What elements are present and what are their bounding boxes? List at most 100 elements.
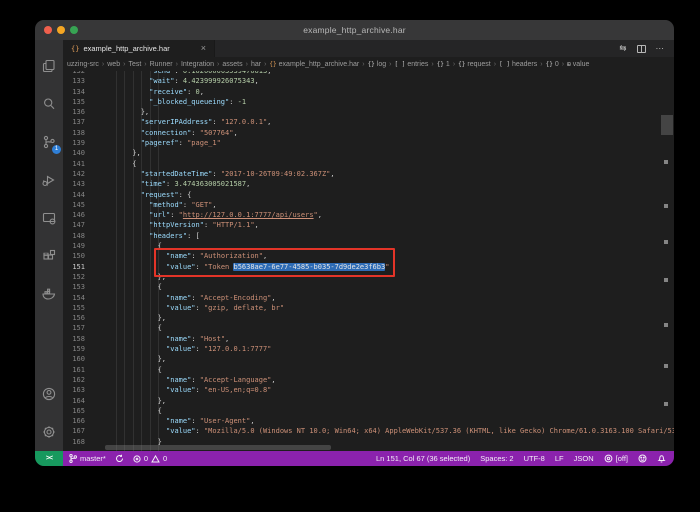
search-icon[interactable]	[35, 85, 63, 123]
code-line-160: 160 },	[63, 354, 660, 364]
minimize-window-button[interactable]	[57, 26, 65, 34]
line-number[interactable]: 154	[63, 293, 85, 303]
breadcrumb-item-log[interactable]: {}log	[368, 61, 387, 68]
breadcrumb-item-assets[interactable]: assets	[222, 61, 242, 68]
close-window-button[interactable]	[44, 26, 52, 34]
line-number[interactable]: 148	[63, 231, 85, 241]
code-line-162: 162 "name": "Accept-Language",	[63, 375, 660, 385]
encoding-status[interactable]: UTF-8	[524, 454, 545, 463]
vertical-scrollbar-thumb[interactable]	[661, 115, 673, 135]
eye-icon	[604, 454, 613, 463]
feedback-smiley-icon[interactable]	[638, 454, 647, 463]
line-number[interactable]: 163	[63, 385, 85, 395]
line-number[interactable]: 153	[63, 282, 85, 292]
close-tab-icon[interactable]: ×	[201, 44, 206, 53]
breadcrumb-item-1[interactable]: {}1	[437, 61, 450, 68]
code-editor[interactable]: 132 "send": 0.102000003539470613,133 "wa…	[63, 71, 674, 451]
notifications-bell-icon[interactable]	[657, 454, 666, 463]
line-number[interactable]: 168	[63, 437, 85, 447]
line-number[interactable]: 157	[63, 323, 85, 333]
line-number[interactable]: 140	[63, 148, 85, 158]
line-number[interactable]: 162	[63, 375, 85, 385]
line-number[interactable]: 165	[63, 406, 85, 416]
line-number[interactable]: 161	[63, 365, 85, 375]
zoom-window-button[interactable]	[70, 26, 78, 34]
settings-gear-icon[interactable]	[35, 413, 63, 451]
line-number[interactable]: 138	[63, 128, 85, 138]
line-number[interactable]: 144	[63, 190, 85, 200]
line-number[interactable]: 141	[63, 159, 85, 169]
breadcrumb-item-headers[interactable]: [ ]headers	[499, 61, 537, 68]
explorer-icon[interactable]	[35, 47, 63, 85]
breadcrumb-item-entries[interactable]: [ ]entries	[394, 61, 428, 68]
breadcrumb-item-Runner[interactable]: Runner	[150, 61, 173, 68]
extensions-icon[interactable]	[35, 237, 63, 275]
code-text: "connection": "507764",	[107, 128, 238, 138]
overview-ruler-mark	[664, 240, 668, 244]
source-control-icon[interactable]: 1	[35, 123, 63, 161]
breadcrumb-item-request[interactable]: {}request	[458, 61, 491, 68]
accounts-icon[interactable]	[35, 375, 63, 413]
remote-explorer-icon[interactable]	[35, 199, 63, 237]
line-number[interactable]: 145	[63, 200, 85, 210]
tab-example-http-archive[interactable]: {} example_http_archive.har ×	[63, 40, 215, 57]
sync-changes-button[interactable]	[115, 454, 124, 463]
line-number[interactable]: 146	[63, 210, 85, 220]
line-number[interactable]: 134	[63, 87, 85, 97]
line-number[interactable]: 164	[63, 396, 85, 406]
breadcrumb-item-Integration[interactable]: Integration	[181, 61, 214, 68]
line-number[interactable]: 150	[63, 251, 85, 261]
line-number[interactable]: 142	[63, 169, 85, 179]
line-number[interactable]: 158	[63, 334, 85, 344]
line-number[interactable]: 156	[63, 313, 85, 323]
code-text: "name": "Accept-Language",	[107, 375, 276, 385]
indentation-status[interactable]: Spaces: 2	[480, 454, 513, 463]
overview-ruler-mark	[664, 323, 668, 327]
split-editor-icon[interactable]	[637, 45, 646, 53]
git-branch-status[interactable]: master*	[69, 454, 106, 463]
code-text: "value": "en-US,en;q=0.8"	[107, 385, 271, 395]
line-number[interactable]: 167	[63, 426, 85, 436]
line-number[interactable]: 139	[63, 138, 85, 148]
more-actions-icon[interactable]: ⋯	[656, 43, 665, 54]
url-link[interactable]: http://127.0.0.1:7777/api/users	[183, 211, 314, 219]
line-number[interactable]: 143	[63, 179, 85, 189]
line-number[interactable]: 147	[63, 220, 85, 230]
line-number[interactable]: 151	[63, 262, 85, 272]
screencast-mode-status[interactable]: [off]	[604, 454, 628, 463]
problems-status[interactable]: 0 0	[133, 454, 167, 463]
line-number[interactable]: 166	[63, 416, 85, 426]
code-line-163: 163 "value": "en-US,en;q=0.8"	[63, 385, 660, 395]
breadcrumb-item-web[interactable]: web	[107, 61, 120, 68]
breadcrumb-separator: ›	[453, 61, 455, 68]
line-number[interactable]: 133	[63, 76, 85, 86]
breadcrumb-item-Test[interactable]: Test	[128, 61, 141, 68]
breadcrumb-item-har[interactable]: har	[251, 61, 261, 68]
breadcrumb-separator: ›	[540, 61, 542, 68]
line-number[interactable]: 159	[63, 344, 85, 354]
language-mode-status[interactable]: JSON	[574, 454, 594, 463]
cursor-position-status[interactable]: Ln 151, Col 67 (36 selected)	[376, 454, 470, 463]
sync-icon	[115, 454, 124, 463]
breadcrumb-item-uzzing-src[interactable]: uzzing-src	[67, 61, 99, 68]
line-number[interactable]: 155	[63, 303, 85, 313]
run-and-debug-icon[interactable]	[35, 161, 63, 199]
code-line-159: 159 "value": "127.0.0.1:7777"	[63, 344, 660, 354]
line-number[interactable]: 135	[63, 97, 85, 107]
line-number[interactable]: 149	[63, 241, 85, 251]
eol-status[interactable]: LF	[555, 454, 564, 463]
breadcrumb-item-value[interactable]: ⊞value	[567, 61, 589, 68]
breadcrumb-item-example_http_archive.har[interactable]: {}example_http_archive.har	[269, 61, 359, 68]
vertical-scrollbar[interactable]	[660, 71, 674, 451]
line-number[interactable]: 160	[63, 354, 85, 364]
warnings-icon	[151, 455, 160, 463]
line-number[interactable]: 152	[63, 272, 85, 282]
breadcrumb-item-0[interactable]: {}0	[546, 61, 559, 68]
docker-icon[interactable]	[35, 275, 63, 313]
open-changes-icon[interactable]: ⇆	[619, 43, 626, 54]
code-line-165: 165 {	[63, 406, 660, 416]
line-number[interactable]: 137	[63, 117, 85, 127]
horizontal-scrollbar-thumb[interactable]	[105, 445, 331, 450]
line-number[interactable]: 136	[63, 107, 85, 117]
remote-indicator[interactable]: ><	[35, 451, 63, 466]
